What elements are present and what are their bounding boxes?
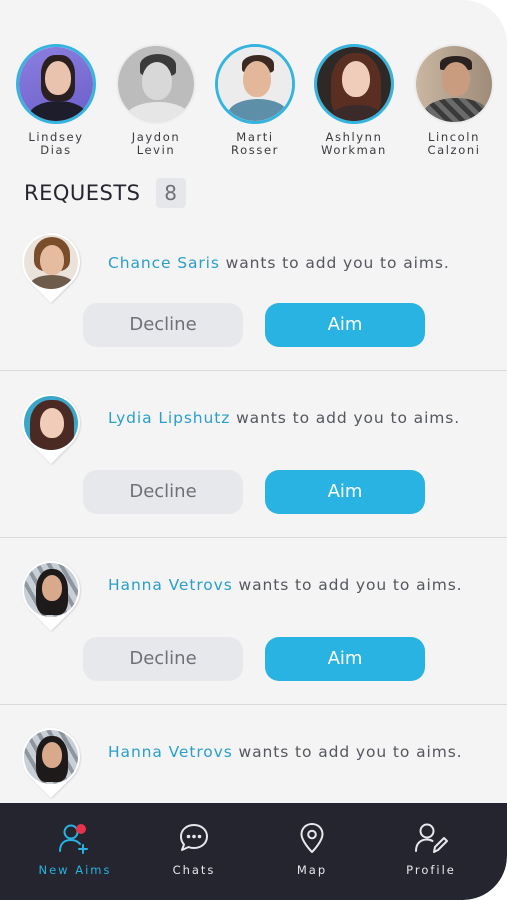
user-edit-icon — [415, 823, 448, 853]
tab-new-aims[interactable]: New Aims — [25, 821, 125, 877]
request-text: Lydia Lipshutz wants to add you to aims. — [108, 409, 461, 427]
story-name: Lincoln Calzoni — [427, 130, 481, 157]
request-item: Lydia Lipshutz wants to add you to aims.… — [0, 370, 507, 538]
requester-name-link[interactable]: Chance Saris — [108, 254, 220, 272]
requester-name-link[interactable]: Lydia Lipshutz — [108, 409, 230, 427]
avatar — [9, 381, 93, 465]
map-pin-icon — [300, 823, 324, 853]
tab-chats[interactable]: Chats — [144, 821, 244, 877]
request-text: Hanna Vetrovs wants to add you to aims. — [108, 743, 463, 761]
tab-label: New Aims — [38, 863, 112, 877]
requests-title: REQUESTS — [24, 181, 141, 205]
stories-row: Lindsey Dias Jaydon Levin Marti Rosser A… — [14, 44, 497, 164]
avatar — [9, 548, 93, 632]
avatar — [9, 220, 93, 304]
requester-name-link[interactable]: Hanna Vetrovs — [108, 576, 233, 594]
aim-button[interactable]: Aim — [265, 637, 425, 681]
decline-button[interactable]: Decline — [83, 637, 243, 681]
decline-button[interactable]: Decline — [83, 303, 243, 347]
avatar — [215, 44, 295, 124]
user-plus-icon — [59, 824, 88, 854]
request-text: Hanna Vetrovs wants to add you to aims. — [108, 576, 463, 594]
aim-button[interactable]: Aim — [265, 470, 425, 514]
story-name: Ashlynn Workman — [321, 130, 387, 157]
request-item: Hanna Vetrovs wants to add you to aims. … — [0, 537, 507, 705]
story-lindsey-dias[interactable]: Lindsey Dias — [14, 44, 98, 157]
bottom-tab-bar: New Aims Chats Map Profile — [0, 803, 507, 900]
aim-button[interactable]: Aim — [265, 303, 425, 347]
story-name: Marti Rosser — [231, 130, 279, 157]
requester-name-link[interactable]: Hanna Vetrovs — [108, 743, 233, 761]
tab-profile[interactable]: Profile — [381, 821, 481, 877]
decline-button[interactable]: Decline — [83, 470, 243, 514]
story-lincoln-calzoni[interactable]: Lincoln Calzoni — [412, 44, 496, 157]
avatar — [116, 44, 196, 124]
story-name: Jaydon Levin — [131, 130, 181, 157]
request-item: Chance Saris wants to add you to aims. D… — [0, 215, 507, 371]
story-ashlynn-workman[interactable]: Ashlynn Workman — [312, 44, 396, 157]
tab-label: Profile — [406, 863, 456, 877]
chat-bubble-icon — [180, 824, 208, 851]
app-screen: Lindsey Dias Jaydon Levin Marti Rosser A… — [0, 0, 507, 900]
tab-label: Map — [296, 863, 328, 877]
story-jaydon-levin[interactable]: Jaydon Levin — [114, 44, 198, 157]
tab-label: Chats — [172, 863, 216, 877]
avatar — [414, 44, 494, 124]
requests-header: REQUESTS 8 — [24, 178, 186, 208]
story-name: Lindsey Dias — [28, 130, 84, 157]
avatar — [16, 44, 96, 124]
requests-count-badge: 8 — [155, 178, 186, 208]
avatar — [314, 44, 394, 124]
request-text: Chance Saris wants to add you to aims. — [108, 254, 450, 272]
avatar — [9, 715, 93, 799]
tab-map[interactable]: Map — [262, 821, 362, 877]
notification-dot — [76, 824, 86, 834]
story-marti-rosser[interactable]: Marti Rosser — [213, 44, 297, 157]
